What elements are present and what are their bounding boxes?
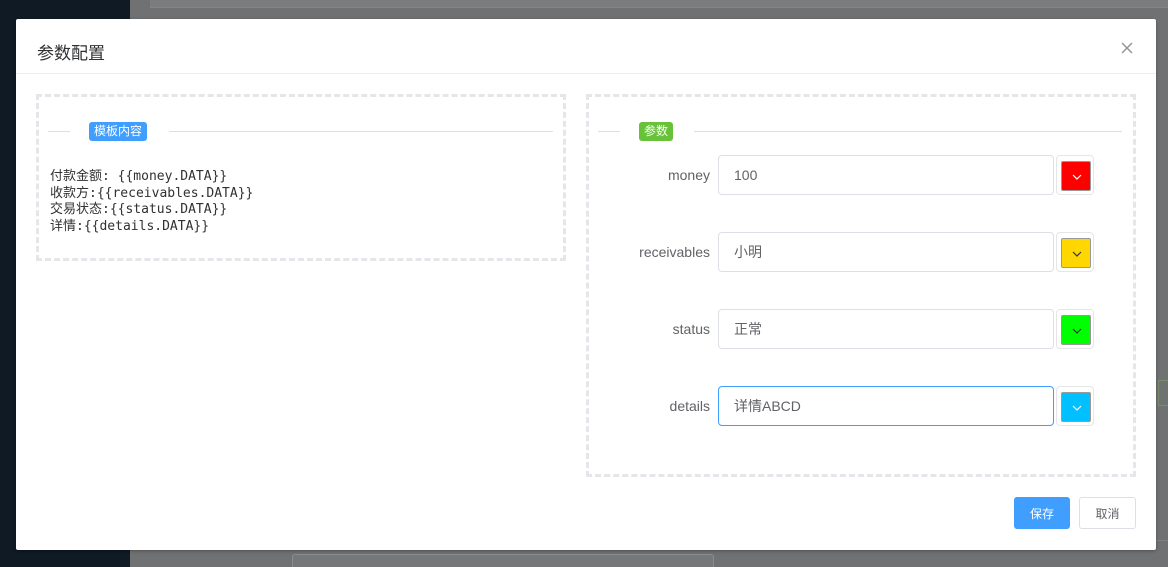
- param-label: status: [672, 321, 710, 337]
- template-content-tag: 模板内容: [89, 122, 148, 141]
- template-content-panel: 模板内容 付款金额: {{money.DATA}} 收款方:{{receivab…: [36, 94, 566, 261]
- param-row-status: status: [589, 309, 1133, 349]
- color-swatch: [1061, 238, 1091, 268]
- param-label: money: [667, 167, 710, 183]
- template-line: 交易状态:{{status.DATA}}: [50, 202, 228, 217]
- close-icon[interactable]: [1117, 38, 1137, 58]
- color-picker-details[interactable]: [1056, 386, 1094, 426]
- cancel-button[interactable]: 取消: [1079, 497, 1136, 529]
- param-label: details: [669, 398, 710, 414]
- divider-right: [169, 131, 553, 132]
- divider-right: [694, 131, 1122, 132]
- params-panel: 参数 money receivables status: [586, 94, 1136, 477]
- color-picker-status[interactable]: [1056, 309, 1094, 349]
- color-swatch: [1061, 392, 1091, 422]
- param-label: receivables: [639, 244, 710, 260]
- color-swatch: [1061, 161, 1091, 191]
- dialog-header: 参数配置: [16, 19, 1156, 74]
- details-input[interactable]: [718, 386, 1054, 426]
- background-input: [292, 554, 714, 567]
- dialog-title: 参数配置: [37, 44, 105, 64]
- chevron-down-icon: [1072, 328, 1082, 334]
- color-swatch: [1061, 315, 1091, 345]
- template-line: 付款金额: {{money.DATA}}: [50, 169, 228, 184]
- status-input[interactable]: [718, 309, 1054, 349]
- param-row-details: details: [589, 386, 1133, 426]
- color-picker-money[interactable]: [1056, 155, 1094, 195]
- params-tag: 参数: [639, 122, 674, 141]
- param-row-money: money: [589, 155, 1133, 195]
- save-button[interactable]: 保存: [1014, 497, 1070, 529]
- chevron-down-icon: [1072, 251, 1082, 257]
- chevron-down-icon: [1072, 405, 1082, 411]
- divider-left: [598, 131, 620, 132]
- divider-left: [48, 131, 70, 132]
- color-picker-receivables[interactable]: [1056, 232, 1094, 272]
- money-input[interactable]: [718, 155, 1054, 195]
- template-line: 收款方:{{receivables.DATA}}: [50, 185, 254, 201]
- param-config-dialog: 参数配置 模板内容 付款金额: {{money.DATA}} 收款方:{{rec…: [16, 19, 1156, 550]
- template-line: 详情:{{details.DATA}}: [50, 218, 210, 234]
- template-text: 付款金额: {{money.DATA}} 收款方:{{receivables.D…: [50, 169, 253, 235]
- param-row-receivables: receivables: [589, 232, 1133, 272]
- background-tag: [1158, 380, 1168, 406]
- receivables-input[interactable]: [718, 232, 1054, 272]
- chevron-down-icon: [1072, 174, 1082, 180]
- background-card: [150, 0, 1168, 8]
